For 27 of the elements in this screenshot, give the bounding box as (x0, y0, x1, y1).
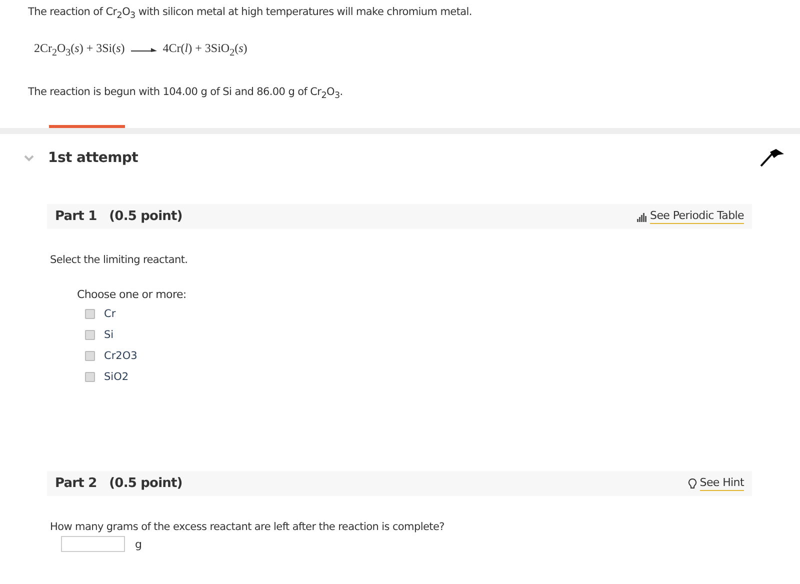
periodic-table-link[interactable]: See Periodic Table (650, 209, 744, 224)
flag-icon[interactable] (760, 149, 786, 167)
part-title: Part 2 (0.5 point) (55, 476, 182, 491)
question-text: How many grams of the excess reactant are left after the reaction is complete? (50, 521, 446, 533)
option-label[interactable]: Si (104, 328, 114, 340)
periodic-table-icon (637, 212, 648, 222)
instruction-text: Choose one or more: (77, 288, 188, 301)
option-label[interactable]: SiO2 (104, 370, 129, 382)
option-label[interactable]: Cr2O3 (104, 350, 138, 362)
question-text: Select the limiting reactant. (50, 254, 189, 266)
problem-text: The reaction is begun with 104.00 g of Si and 86.00 g of Cr$_{2}$O$_{3}$. (28, 86, 344, 102)
checkbox[interactable] (85, 350, 95, 360)
answer-field[interactable] (61, 536, 125, 552)
reaction-arrow-icon (130, 46, 157, 53)
checkbox[interactable] (85, 308, 95, 318)
chevron-icon[interactable] (24, 154, 34, 162)
checkbox[interactable] (85, 372, 95, 382)
equation-reactants: 2Cr$_{2}$O$_{3}$(s) + 3Si(s) (34, 41, 125, 58)
attempt-title: 1st attempt (48, 150, 138, 166)
part-title: Part 1 (0.5 point) (55, 209, 182, 224)
hint-link[interactable]: See Hint (700, 476, 744, 491)
lightbulb-icon (688, 478, 697, 490)
checkbox[interactable] (85, 330, 95, 340)
problem-text: The reaction of Cr$_{2}$O$_{3}$ with silicon metal at high temperatures will make chromium metal. (28, 6, 473, 22)
option-label[interactable]: Cr (104, 308, 116, 320)
unit-label: g (135, 538, 142, 550)
equation-products: 4Cr(l) + 3SiO$_{2}$(s) (162, 41, 248, 58)
